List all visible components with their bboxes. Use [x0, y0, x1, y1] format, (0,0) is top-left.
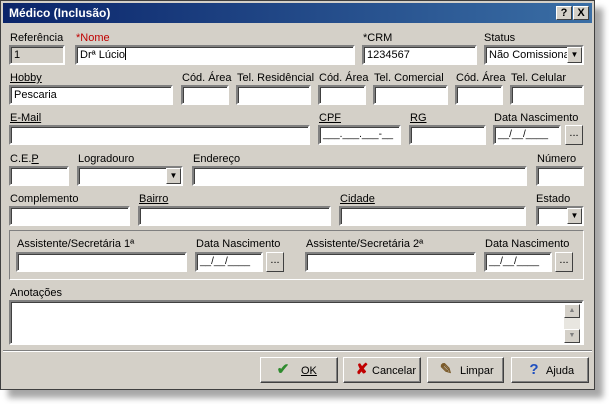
title-bar[interactable]: Médico (Inclusão) ? X: [3, 3, 592, 23]
chevron-down-icon[interactable]: ▼: [567, 208, 582, 224]
button-separator: [3, 350, 592, 352]
text-cursor: [125, 48, 127, 60]
cep-input[interactable]: [9, 166, 69, 186]
assistente1-nasc-label: Data Nascimento: [196, 238, 281, 250]
endereco-input[interactable]: [192, 166, 527, 186]
bairro-label: Bairro: [139, 193, 169, 205]
complemento-label: Complemento: [10, 193, 79, 205]
cod-area-cel-input[interactable]: [455, 85, 503, 105]
scroll-up-icon[interactable]: ▲: [564, 304, 580, 318]
eraser-icon: ✎: [439, 361, 453, 378]
ok-button-label: OK: [301, 365, 317, 377]
nome-label: *Nome: [76, 32, 110, 44]
bairro-input[interactable]: [138, 206, 331, 226]
cpf-label: CPF: [319, 112, 341, 124]
cidade-label: Cidade: [340, 193, 375, 205]
tel-comercial-label: Tel. Comercial: [374, 72, 444, 84]
cancel-x-icon: ✘: [355, 361, 369, 378]
window-title: Médico (Inclusão): [9, 6, 111, 20]
cep-label: C.E.P: [10, 153, 39, 165]
scroll-down-icon[interactable]: ▼: [564, 329, 580, 343]
cidade-input[interactable]: [339, 206, 526, 226]
help-question-icon: ?: [529, 361, 539, 378]
cpf-input[interactable]: ___.___.___-__: [318, 125, 401, 145]
dialog-window: Médico (Inclusão) ? X Referência 1 *Nome…: [0, 0, 595, 390]
logradouro-label: Logradouro: [78, 153, 135, 165]
data-nascimento-label: Data Nascimento: [494, 112, 579, 124]
tel-residencial-input[interactable]: [236, 85, 311, 105]
status-label: Status: [484, 32, 516, 44]
cod-area-cel-label: Cód. Área: [456, 72, 506, 84]
rg-input[interactable]: [409, 125, 486, 145]
referencia-field: 1: [9, 45, 65, 65]
hobby-input[interactable]: Pescaria: [9, 85, 173, 105]
cod-area-res-label: Cód. Área: [182, 72, 232, 84]
assistente2-label: Assistente/Secretária 2ª: [306, 238, 424, 250]
email-label: E-Mail: [10, 112, 42, 124]
crm-label: *CRM: [363, 32, 393, 44]
checkmark-icon: ✔: [276, 361, 290, 378]
status-select[interactable]: Não Comissionado ▼: [484, 45, 584, 65]
numero-input[interactable]: [536, 166, 584, 186]
data-nascimento-input[interactable]: __/__/____: [493, 125, 561, 145]
help-title-button[interactable]: ?: [556, 6, 572, 20]
estado-label: Estado: [536, 193, 571, 205]
assistente2-date-picker-button[interactable]: ...: [555, 252, 573, 272]
tel-residencial-label: Tel. Residêncial: [237, 72, 315, 84]
close-title-button[interactable]: X: [573, 6, 589, 20]
limpar-button-label: Limpar: [460, 365, 494, 377]
logradouro-select[interactable]: ▼: [77, 166, 183, 186]
endereco-label: Endereço: [193, 153, 241, 165]
cod-area-com-label: Cód. Área: [319, 72, 369, 84]
ok-button[interactable]: ✔ OK: [260, 357, 338, 383]
nome-value: Drª Lúcio: [80, 49, 126, 61]
estado-select[interactable]: ▼: [536, 206, 584, 226]
assistente2-nasc-label: Data Nascimento: [485, 238, 570, 250]
numero-label: Número: [537, 153, 577, 165]
referencia-label: Referência: [10, 32, 64, 44]
cancelar-button-label: Cancelar: [372, 365, 417, 377]
date-picker-button[interactable]: ...: [565, 125, 583, 145]
assistente1-label: Assistente/Secretária 1ª: [17, 238, 135, 250]
tel-celular-label: Tel. Celular: [511, 72, 567, 84]
tel-comercial-input[interactable]: [373, 85, 448, 105]
email-input[interactable]: [9, 125, 310, 145]
cod-area-res-input[interactable]: [181, 85, 229, 105]
limpar-button[interactable]: ✎ Limpar: [427, 357, 504, 383]
chevron-down-icon[interactable]: ▼: [567, 47, 582, 63]
nome-input[interactable]: Drª Lúcio: [75, 45, 355, 65]
rg-label: RG: [410, 112, 427, 124]
crm-input[interactable]: 1234567: [362, 45, 477, 65]
anotacoes-scrollbar[interactable]: ▲ ▼: [564, 304, 580, 343]
assistente1-nasc-input[interactable]: __/__/____: [195, 252, 263, 272]
cod-area-com-input[interactable]: [318, 85, 366, 105]
ajuda-button[interactable]: ? Ajuda: [511, 357, 589, 383]
cancelar-button[interactable]: ✘ Cancelar: [343, 357, 421, 383]
tel-celular-input[interactable]: [510, 85, 584, 105]
anotacoes-label: Anotações: [10, 287, 62, 299]
chevron-down-icon[interactable]: ▼: [166, 168, 181, 184]
hobby-label: Hobby: [10, 72, 42, 84]
assistente1-input[interactable]: [16, 252, 187, 272]
anotacoes-textarea[interactable]: ▲ ▼: [9, 300, 584, 345]
assistente2-nasc-input[interactable]: __/__/____: [484, 252, 552, 272]
assistente2-input[interactable]: [305, 252, 476, 272]
ajuda-button-label: Ajuda: [546, 365, 575, 377]
complemento-input[interactable]: [9, 206, 130, 226]
assistente1-date-picker-button[interactable]: ...: [266, 252, 284, 272]
